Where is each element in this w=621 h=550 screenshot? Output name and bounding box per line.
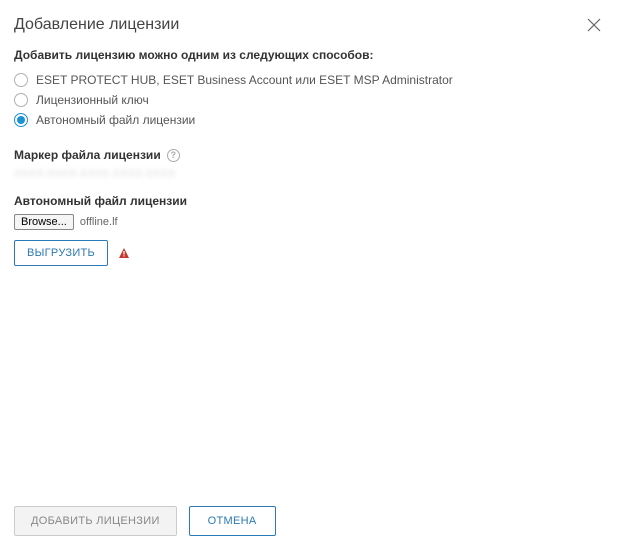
radio-icon: [14, 73, 28, 87]
radio-icon: [14, 93, 28, 107]
token-heading-row: Маркер файла лицензии ?: [14, 148, 607, 162]
file-picker-row: Browse... offline.lf: [14, 214, 607, 230]
token-heading: Маркер файла лицензии: [14, 148, 161, 162]
add-licenses-button[interactable]: ДОБАВИТЬ ЛИЦЕНЗИИ: [14, 506, 177, 536]
help-icon[interactable]: ?: [167, 149, 180, 162]
selected-filename: offline.lf: [80, 216, 118, 228]
warning-icon: [118, 247, 130, 259]
dialog-header: Добавление лицензии: [0, 0, 621, 48]
radio-label: Автономный файл лицензии: [36, 113, 195, 127]
dialog-footer: ДОБАВИТЬ ЛИЦЕНЗИИ ОТМЕНА: [0, 494, 621, 550]
dialog-content: Добавить лицензию можно одним из следующ…: [0, 48, 621, 494]
intro-heading: Добавить лицензию можно одним из следующ…: [14, 48, 607, 62]
dialog-title: Добавление лицензии: [14, 16, 179, 34]
radio-icon: [14, 113, 28, 127]
radio-label: Лицензионный ключ: [36, 93, 149, 107]
radio-option-offline-file[interactable]: Автономный файл лицензии: [14, 110, 607, 130]
close-icon[interactable]: [587, 18, 601, 32]
browse-button[interactable]: Browse...: [14, 214, 74, 230]
radio-option-protect-hub[interactable]: ESET PROTECT HUB, ESET Business Account …: [14, 70, 607, 90]
offline-file-heading: Автономный файл лицензии: [14, 194, 607, 208]
radio-option-license-key[interactable]: Лицензионный ключ: [14, 90, 607, 110]
cancel-button[interactable]: ОТМЕНА: [189, 506, 276, 536]
add-license-dialog: Добавление лицензии Добавить лицензию мо…: [0, 0, 621, 550]
upload-row: ВЫГРУЗИТЬ: [14, 240, 607, 266]
radio-label: ESET PROTECT HUB, ESET Business Account …: [36, 73, 453, 87]
license-method-radio-group: ESET PROTECT HUB, ESET Business Account …: [14, 70, 607, 130]
token-value-blurred: XXXX-XXXX-XXXX-XXXX-XXXX: [14, 168, 607, 180]
upload-button[interactable]: ВЫГРУЗИТЬ: [14, 240, 108, 266]
